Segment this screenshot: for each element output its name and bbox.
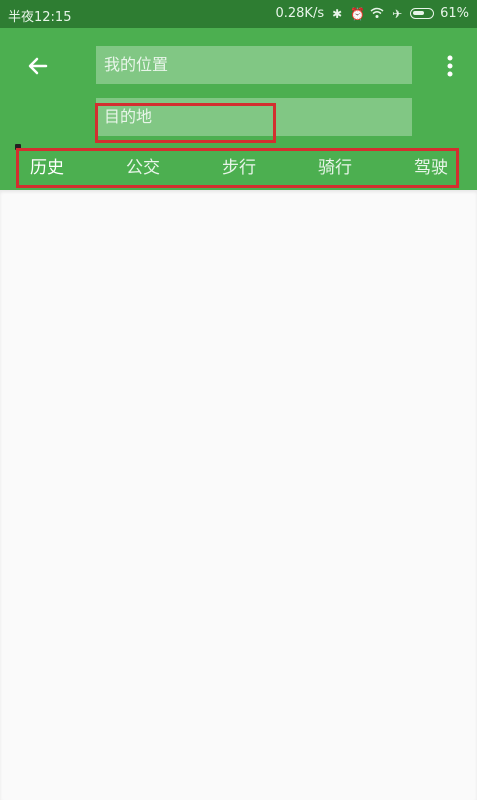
network-speed: 0.28K/s [275,6,325,21]
route-app-bar: 我的位置 目的地 历史 公交 步行 骑行 驾驶 [0,28,477,190]
status-time: 半夜12:15 [8,10,72,25]
origin-placeholder: 我的位置 [104,55,169,74]
bluetooth-icon: ✱ [332,6,343,21]
status-bar: 半夜12:15 0.28K/s ✱ ⏰ ✈ 61% [0,0,477,28]
results-area [0,190,477,800]
back-button[interactable] [22,50,54,82]
airplane-icon: ✈ [392,6,403,21]
tabs-highlight-box [16,148,459,188]
more-vert-icon [447,55,453,77]
wifi-icon [370,7,384,21]
arrow-left-icon [28,57,48,75]
screen: 半夜12:15 0.28K/s ✱ ⏰ ✈ 61% 我的位置 目的地 历史 公交… [0,0,477,800]
alarm-icon: ⏰ [350,6,366,21]
battery-icon [410,8,435,19]
origin-input[interactable]: 我的位置 [96,46,412,84]
battery-level: 61% [440,6,469,21]
more-options-button[interactable] [438,50,462,82]
destination-highlight-box [95,103,276,143]
status-icons: 0.28K/s ✱ ⏰ ✈ 61% [275,6,469,21]
